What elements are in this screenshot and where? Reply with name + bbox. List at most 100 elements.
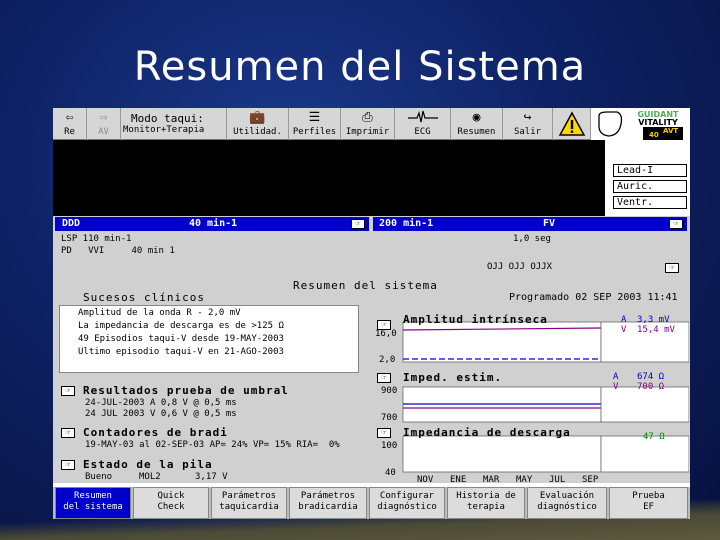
print-button[interactable]: ⎙ Imprimir	[341, 108, 395, 140]
exit-icon: ↪	[523, 110, 532, 125]
brand-badge-num: 40	[649, 131, 659, 139]
battery-hand-icon[interactable]: ☞	[61, 460, 75, 470]
brady-counters-row: 19-MAY-03 al 02-SEP-03 AP= 24% VP= 15% R…	[85, 440, 340, 450]
bottom-nav: Resumen del sistema Quick Check Parámetr…	[53, 487, 690, 519]
brady-lsp: LSP 110 min-1	[61, 234, 132, 244]
system-summary-button[interactable]: Resumen del sistema	[55, 487, 131, 519]
briefcase-icon: 💼	[249, 110, 266, 125]
profiles-label: Perfiles	[292, 127, 337, 137]
month-label: NOV	[417, 475, 434, 485]
impedance-chart-title: Imped. estim.	[403, 371, 503, 384]
tachy-mode-button[interactable]: Modo taqui: Monitor+Terapia	[121, 108, 227, 140]
month-label: ENE	[450, 475, 467, 485]
camera-icon: ◉	[472, 110, 481, 125]
back-arrow-icon: ⇦	[65, 110, 74, 125]
lead-i-button[interactable]: Lead-I	[613, 164, 687, 177]
month-label: JUL	[549, 475, 566, 485]
shock-chart-title: Impedancia de descarga	[403, 426, 571, 439]
battery-volts: 3,17 V	[195, 472, 228, 482]
print-label: Imprimir	[345, 127, 390, 137]
list-item: La impedancia de descarga es de >125 Ω	[78, 321, 284, 331]
battery-status: Bueno	[85, 472, 113, 482]
config-diagnostic-button[interactable]: Configurar diagnóstico	[369, 487, 445, 519]
forward-label: AV	[98, 127, 109, 137]
brady-mode-header[interactable]: DDD 40 min-1 ☞	[55, 217, 369, 231]
quick-check-button[interactable]: Quick Check	[133, 487, 209, 519]
clinical-events-title: Sucesos clínicos	[83, 291, 205, 304]
forward-arrow-icon: ⇨	[99, 110, 108, 125]
therapy-history-button[interactable]: Historia de terapia	[447, 487, 525, 519]
threshold-hand-icon[interactable]: ☞	[61, 386, 75, 396]
shock-plot-area	[402, 435, 602, 473]
clinical-events-list: Amplitud de la onda R - 2,0 mV La impeda…	[59, 305, 359, 373]
programmer-screen: ⇦ Re ⇨ AV Modo taqui: Monitor+Terapia 💼 …	[53, 108, 690, 519]
utilities-label: Utilidad.	[233, 127, 282, 137]
battery-title: Estado de la pila	[83, 458, 213, 471]
tachy-params-button[interactable]: Parámetros taquicardia	[211, 487, 287, 519]
month-label: MAY	[516, 475, 533, 485]
folder-icon: ☰	[308, 110, 321, 125]
lead-ventr-button[interactable]: Ventr.	[613, 196, 687, 209]
threshold-row: 24 JUL 2003 V 0,6 V @ 0,5 ms	[85, 409, 237, 419]
lead-auric-button[interactable]: Auric.	[613, 180, 687, 193]
shock-y-top: 100	[381, 441, 398, 451]
amplitude-y-bottom: 2,0	[379, 355, 396, 365]
device-logo: GUIDANT VITALITY AVT 40	[591, 108, 690, 140]
impedance-hand-icon[interactable]: ☞	[377, 373, 391, 383]
tachy-therapy: OJJ OJJ OJJX	[487, 262, 553, 272]
ecg-label: ECG	[414, 127, 431, 137]
amplitude-chart-title: Amplitud intrínseca	[403, 313, 548, 326]
summary-title: Resumen del sistema	[293, 279, 438, 292]
battery-type: MOL2	[139, 472, 161, 482]
month-label: MAR	[483, 475, 500, 485]
brady-rate: 40 min-1	[189, 218, 238, 229]
amplitude-legend-v: V	[621, 325, 627, 335]
amplitude-value-v: 15,4 mV	[637, 325, 675, 335]
impedance-y-top: 900	[381, 386, 398, 396]
utilities-button[interactable]: 💼 Utilidad.	[227, 108, 289, 140]
toolbar: ⇦ Re ⇨ AV Modo taqui: Monitor+Terapia 💼 …	[53, 108, 690, 140]
hand-icon: ☞	[351, 219, 365, 229]
ep-test-button[interactable]: Prueba EF	[609, 487, 688, 519]
device-icon	[598, 111, 623, 137]
exit-button[interactable]: ↪ Salir	[503, 108, 553, 140]
tachy-duration: 1,0 seg	[513, 234, 551, 244]
summary-label: Resumen	[457, 127, 496, 137]
shock-hand-icon[interactable]: ☞	[377, 428, 391, 438]
ecg-button[interactable]: ECG	[395, 108, 451, 140]
exit-label: Salir	[513, 127, 542, 137]
tachy-zone-header[interactable]: 200 min-1 FV ☞	[373, 217, 687, 231]
shock-y-bottom: 40	[385, 468, 396, 478]
back-label: Re	[64, 127, 75, 137]
warning-button[interactable]	[553, 108, 591, 140]
slide-title: Resumen del Sistema	[133, 44, 587, 90]
threshold-row: 24-JUL-2003 A 0,8 V @ 0,5 ms	[85, 398, 237, 408]
list-item: 49 Episodios taqui-V desde 19-MAY-2003	[78, 334, 284, 344]
amplitude-y-top: 16,0	[375, 329, 397, 339]
brady-mode: DDD	[62, 218, 81, 229]
back-button[interactable]: ⇦ Re	[53, 108, 87, 140]
forward-button[interactable]: ⇨ AV	[87, 108, 121, 140]
brady-params-button[interactable]: Parámetros bradicardia	[289, 487, 367, 519]
list-item: Ultimo episodio taqui-V en 21-AGO-2003	[78, 347, 284, 357]
profiles-button[interactable]: ☰ Perfiles	[289, 108, 341, 140]
impedance-value-v: 700 Ω	[637, 382, 665, 392]
summary-button[interactable]: ◉ Resumen	[451, 108, 503, 140]
brand-badge: AVT 40	[643, 127, 683, 140]
ecg-wave-icon	[395, 110, 450, 128]
brand-model: VITALITY	[638, 118, 678, 127]
tachy-mode-title: Modo taqui:	[131, 112, 204, 125]
brady-counters-title: Contadores de bradi	[83, 426, 228, 439]
tachy-zone: FV	[543, 218, 556, 229]
list-item: Amplitud de la onda R - 2,0 mV	[78, 308, 241, 318]
tachy-mode-value: Monitor+Terapia	[123, 125, 205, 135]
diagnostic-eval-button[interactable]: Evaluación diagnóstico	[527, 487, 607, 519]
month-label: SEP	[582, 475, 599, 485]
hand-icon[interactable]: ☞	[665, 263, 679, 273]
hand-icon: ☞	[669, 219, 683, 229]
warning-icon	[558, 111, 585, 136]
brady-counters-hand-icon[interactable]: ☞	[61, 428, 75, 438]
brand-badge-avt: AVT	[663, 127, 679, 135]
threshold-title: Resultados prueba de umbral	[83, 384, 289, 397]
impedance-y-bottom: 700	[381, 413, 398, 423]
